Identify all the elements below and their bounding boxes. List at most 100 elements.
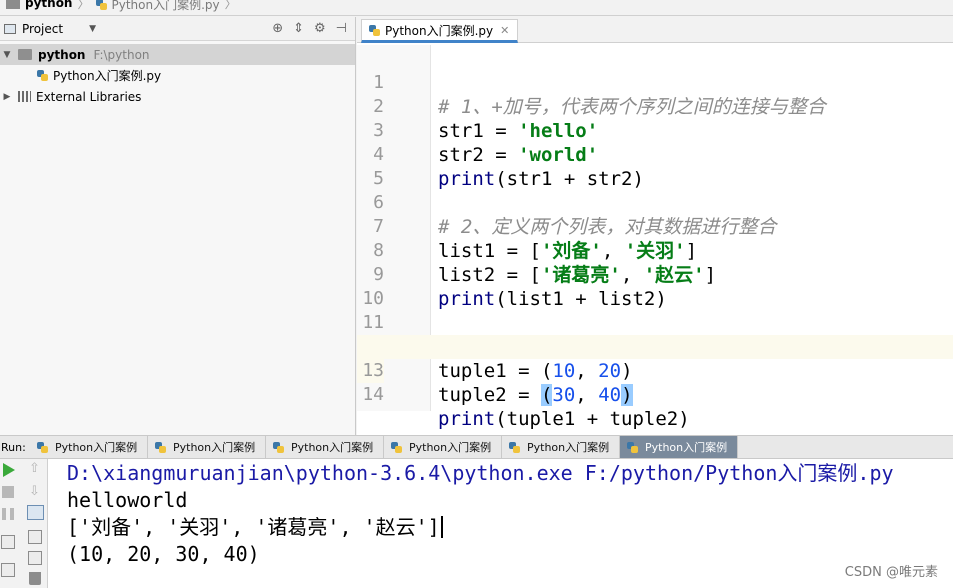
run-tab-label: Python入门案例 (527, 441, 610, 454)
run-console[interactable]: D:\xiangmuruanjian\python-3.6.4\python.e… (48, 459, 953, 588)
breadcrumb-separator: 〉 (224, 0, 237, 11)
tree-item-python-file[interactable]: Python入门案例.py (0, 65, 355, 86)
run-tab-bar: Run: Python入门案例 Python入门案例 Python入门案例 Py… (0, 435, 953, 459)
editor-tab-label: Python入门案例.py (385, 23, 494, 38)
up-arrow-icon[interactable]: ⇧ (29, 461, 45, 477)
chevron-down-icon[interactable]: ▼ (89, 24, 96, 34)
code-line[interactable]: 9 print(list1 + list2) (357, 239, 953, 310)
pause-button[interactable] (2, 508, 18, 524)
editor-tab-active[interactable]: Python入门案例.py ✕ (361, 19, 519, 43)
chevron-right-icon[interactable]: ▶ (0, 92, 14, 102)
run-tab-label: Python入门案例 (173, 441, 256, 454)
code-statement: tuple2 = (30, 40) (438, 384, 633, 406)
code-statement: print(tuple1 + tuple2) (438, 408, 690, 430)
code-line[interactable]: 8 list2 = ['诸葛亮', '赵云'] (357, 215, 953, 286)
code-editor: Python入门案例.py ✕ 1 # 1、+加号，代表两个序列之间的连接与整合… (357, 17, 953, 435)
print-button[interactable] (28, 551, 44, 567)
text-cursor (440, 516, 443, 538)
library-icon (18, 91, 31, 102)
project-tree: ▼ python F:\python Python入门案例.py ▶ Exter… (0, 41, 355, 107)
project-header: Project ▼ ⊕ ⇕ ⚙ ⊣ (0, 17, 355, 41)
code-line[interactable]: 7 list1 = ['刘备', '关羽'] (357, 191, 953, 262)
settings-button[interactable] (1, 563, 17, 579)
play-icon (3, 463, 15, 477)
project-view-selector[interactable]: Project (22, 22, 63, 36)
run-tab-label: Python入门案例 (55, 441, 138, 454)
code-line[interactable]: 3 str2 = 'world' (357, 95, 953, 166)
python-file-icon (390, 441, 403, 454)
code-area[interactable]: 1 # 1、+加号，代表两个序列之间的连接与整合 2 str1 = 'hello… (357, 45, 953, 435)
breadcrumb-file[interactable]: Python入门案例.py (95, 0, 220, 11)
locate-icon[interactable]: ⊕ (272, 21, 283, 36)
python-file-icon (36, 69, 49, 82)
scroll-to-end-button[interactable] (28, 530, 44, 546)
run-tab[interactable]: Python入门案例 (502, 436, 620, 458)
run-tab-active[interactable]: Python入门案例 (620, 436, 738, 458)
collapse-all-icon[interactable]: ⇕ (293, 21, 304, 36)
clear-all-button[interactable] (29, 572, 45, 588)
down-arrow-icon[interactable]: ⇩ (29, 484, 45, 500)
code-line[interactable]: 2 str1 = 'hello' (357, 71, 953, 142)
close-icon[interactable]: ✕ (500, 24, 509, 37)
run-tab-label: Python入门案例 (291, 441, 374, 454)
tree-item-label: Python入门案例.py (53, 69, 162, 83)
soft-wrap-button[interactable] (27, 505, 44, 521)
layout-button[interactable] (1, 535, 17, 551)
rerun-button[interactable] (3, 463, 19, 479)
python-file-icon (95, 0, 108, 11)
code-line[interactable]: 4 print(str1 + str2) (357, 119, 953, 190)
console-command-line[interactable]: D:\xiangmuruanjian\python-3.6.4\python.e… (67, 460, 894, 486)
python-file-icon (368, 24, 381, 37)
tree-item-external-libraries[interactable]: ▶ External Libraries (0, 86, 355, 107)
navigation-bar: python 〉 Python入门案例.py 〉 (0, 0, 953, 16)
python-file-icon (272, 441, 285, 454)
run-tab[interactable]: Python入门案例 (148, 436, 266, 458)
code-line[interactable]: 5 (357, 143, 953, 189)
tree-item-path: F:\python (93, 47, 150, 62)
code-line[interactable]: 11 # 3、定义两个元组，对其数据进行整合 (357, 287, 953, 358)
project-toolbar: ⊕ ⇕ ⚙ ⊣ (272, 21, 347, 36)
run-tab-label: Python入门案例 (409, 441, 492, 454)
pause-icon (2, 508, 14, 520)
trash-icon (29, 572, 41, 585)
folder-icon (6, 0, 20, 9)
breadcrumb-file-label: Python入门案例.py (111, 0, 220, 12)
code-line[interactable]: 10 (357, 263, 953, 309)
layout-icon (1, 535, 15, 549)
hide-icon[interactable]: ⊣ (336, 21, 347, 36)
gear-icon[interactable]: ⚙ (314, 21, 326, 36)
editor-tab-bar: Python入门案例.py ✕ (357, 17, 953, 43)
console-output-line: (10, 20, 30, 40) (67, 542, 260, 566)
project-view-icon (4, 23, 16, 34)
run-tab[interactable]: Python入门案例 (384, 436, 502, 458)
code-line[interactable]: 6 # 2、定义两个列表，对其数据进行整合 (357, 167, 953, 238)
code-line-current[interactable]: 13 tuple2 = (30, 40) (357, 335, 953, 406)
print-icon (28, 551, 42, 565)
watermark: CSDN @唯元素 (844, 565, 938, 580)
tree-item-python-root[interactable]: ▼ python F:\python (0, 44, 355, 65)
run-tab-label: Python入门案例 (645, 441, 728, 454)
stop-button[interactable] (2, 486, 18, 502)
code-line[interactable]: 1 # 1、+加号，代表两个序列之间的连接与整合 (357, 47, 953, 118)
breadcrumb-project[interactable]: python (25, 0, 72, 9)
stop-icon (2, 486, 14, 498)
run-tab[interactable]: Python入门案例 (266, 436, 384, 458)
tree-item-label: python (38, 47, 86, 62)
chevron-down-icon[interactable]: ▼ (0, 50, 14, 60)
project-tool-window: Project ▼ ⊕ ⇕ ⚙ ⊣ ▼ python F:\python Pyt… (0, 17, 356, 435)
breadcrumb-separator: 〉 (77, 0, 90, 11)
console-output-line: ['刘备', '关羽', '诸葛亮', '赵云'] (67, 514, 443, 540)
python-file-icon (36, 441, 49, 454)
python-file-icon (154, 441, 167, 454)
pin-icon (1, 563, 15, 577)
soft-wrap-icon (27, 505, 44, 520)
code-line[interactable]: 14 print(tuple1 + tuple2) (357, 359, 953, 430)
code-line[interactable]: 12 tuple1 = (10, 20) (357, 311, 953, 382)
folder-icon (18, 49, 32, 60)
scroll-to-end-icon (28, 530, 42, 544)
run-label: Run: (1, 440, 26, 454)
run-toolbar: ⇧ ⇩ (0, 459, 48, 588)
tree-item-label: External Libraries (36, 89, 142, 104)
run-tab[interactable]: Python入门案例 (30, 436, 148, 458)
console-output-line: helloworld (67, 488, 188, 512)
